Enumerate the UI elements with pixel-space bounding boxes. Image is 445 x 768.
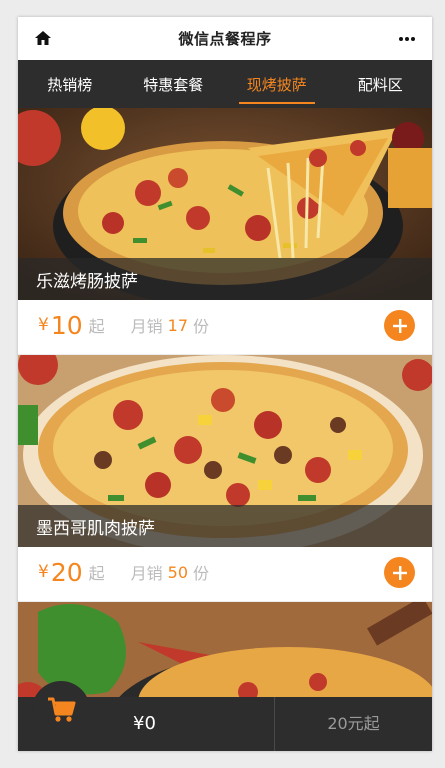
more-icon[interactable] (396, 31, 418, 45)
list-item[interactable]: 墨西哥肌肉披萨 ¥ 20 起 月销 50 份 (18, 355, 432, 601)
cart-total: ¥0 (133, 713, 156, 734)
sales-unit: 份 (193, 317, 210, 336)
monthly-sales-label: 月销 (130, 564, 163, 583)
price-unit: 起 (88, 564, 105, 583)
min-order-button[interactable]: 20元起 (275, 697, 432, 751)
tab-toppings[interactable]: 配料区 (329, 60, 433, 108)
monthly-sales-count: 50 (167, 562, 189, 582)
add-to-cart-button[interactable] (384, 310, 415, 341)
currency-symbol: ¥ (38, 315, 49, 335)
app-screen: 微信点餐程序 热销榜 特惠套餐 现烤披萨 配料区 乐滋烤肠披萨 ¥ 10 起 月… (18, 17, 432, 751)
cart-button[interactable] (32, 681, 90, 739)
home-icon[interactable] (34, 29, 52, 47)
cart-bar: ¥0 20元起 (18, 681, 432, 751)
monthly-sales-label: 月销 (130, 317, 163, 336)
tab-fresh-pizza[interactable]: 现烤披萨 (225, 60, 329, 108)
product-photo: 乐滋烤肠披萨 (18, 108, 432, 300)
product-list: 乐滋烤肠披萨 ¥ 10 起 月销 17 份 墨西哥肌肉披萨 ¥ 20 起 月销 … (18, 108, 432, 751)
sales-unit: 份 (193, 564, 210, 583)
currency-symbol: ¥ (38, 562, 49, 582)
list-item[interactable]: 乐滋烤肠披萨 ¥ 10 起 月销 17 份 (18, 108, 432, 354)
plus-icon (392, 565, 407, 580)
product-name: 墨西哥肌肉披萨 (18, 505, 432, 547)
product-price: 10 (50, 310, 83, 340)
product-photo: 墨西哥肌肉披萨 (18, 355, 432, 547)
page-title: 微信点餐程序 (178, 30, 272, 48)
price-unit: 起 (88, 317, 105, 336)
product-info: ¥ 10 起 月销 17 份 (18, 300, 432, 350)
product-info: ¥ 20 起 月销 50 份 (18, 547, 432, 597)
category-tabs: 热销榜 特惠套餐 现烤披萨 配料区 (18, 60, 432, 108)
app-header: 微信点餐程序 (18, 17, 432, 60)
product-price: 20 (50, 557, 83, 587)
monthly-sales-count: 17 (167, 315, 189, 335)
product-name: 乐滋烤肠披萨 (18, 258, 432, 300)
add-to-cart-button[interactable] (384, 557, 415, 588)
tab-special-sets[interactable]: 特惠套餐 (122, 60, 226, 108)
tab-hot-sellers[interactable]: 热销榜 (18, 60, 122, 108)
cart-icon (48, 697, 76, 722)
plus-icon (392, 318, 407, 333)
